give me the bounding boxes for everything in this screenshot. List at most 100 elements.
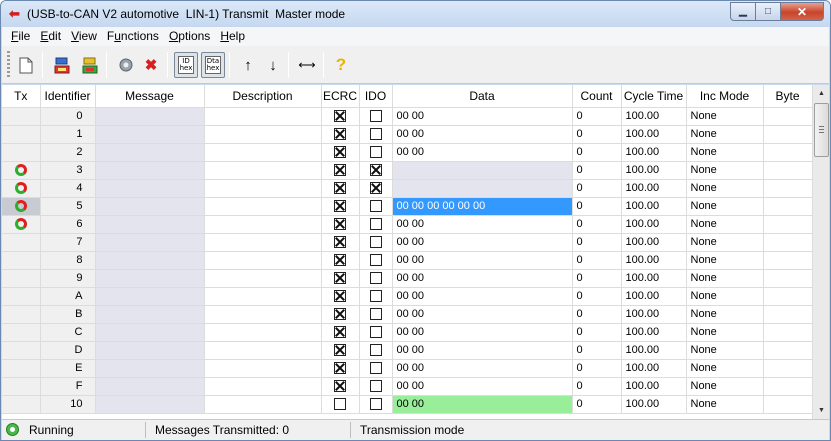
data-cell[interactable]: 00 00 00 00 00 00 <box>392 197 573 216</box>
help-button[interactable]: ? <box>329 52 353 78</box>
data-cell[interactable]: 00 00 <box>392 323 573 342</box>
column-header-ido[interactable]: IDO <box>359 85 393 108</box>
message-cell[interactable] <box>95 377 205 396</box>
message-cell[interactable] <box>95 395 205 414</box>
ido-checkbox[interactable] <box>369 254 382 267</box>
tx-cell[interactable] <box>2 359 41 378</box>
tx-cell[interactable] <box>2 107 41 126</box>
menu-edit[interactable]: Edit <box>35 27 66 46</box>
byte-cell[interactable] <box>763 251 812 270</box>
move-up-button[interactable]: ↑ <box>236 52 260 78</box>
cycle-time-cell[interactable]: 100.00 <box>621 161 687 180</box>
description-cell[interactable] <box>204 107 322 126</box>
column-header-cycle-time[interactable]: Cycle Time <box>621 85 687 108</box>
cycle-time-cell[interactable]: 100.00 <box>621 359 687 378</box>
tx-cell[interactable] <box>2 395 41 414</box>
message-cell[interactable] <box>95 251 205 270</box>
fit-columns-button[interactable]: ⟷ <box>295 52 319 78</box>
data-cell[interactable]: 00 00 <box>392 287 573 306</box>
count-cell[interactable]: 0 <box>572 197 622 216</box>
ido-checkbox[interactable] <box>369 218 382 231</box>
data-cell[interactable]: 00 00 <box>392 107 573 126</box>
tx-cell[interactable] <box>2 341 41 360</box>
cycle-time-cell[interactable]: 100.00 <box>621 341 687 360</box>
message-cell[interactable] <box>95 215 205 234</box>
inc-mode-cell[interactable]: None <box>686 395 764 414</box>
data-cell[interactable]: 00 00 <box>392 125 573 144</box>
count-cell[interactable]: 0 <box>572 341 622 360</box>
cycle-time-cell[interactable]: 100.00 <box>621 287 687 306</box>
identifier-cell[interactable]: 2 <box>40 143 96 162</box>
ecrc-checkbox[interactable] <box>334 164 346 177</box>
cycle-time-cell[interactable]: 100.00 <box>621 215 687 234</box>
byte-cell[interactable] <box>763 359 812 378</box>
scroll-up-button[interactable]: ▲ <box>813 85 830 102</box>
description-cell[interactable] <box>204 179 322 198</box>
data-cell[interactable]: 00 00 <box>392 251 573 270</box>
description-cell[interactable] <box>204 251 322 270</box>
ecrc-checkbox[interactable] <box>334 128 346 141</box>
description-cell[interactable] <box>204 269 322 288</box>
ido-checkbox[interactable] <box>369 146 382 159</box>
table-row[interactable]: 4 0 100.00 None <box>2 179 812 198</box>
ecrc-checkbox[interactable] <box>334 308 346 321</box>
table-row[interactable]: D 00 00 0 100.00 None <box>2 341 812 360</box>
data-cell[interactable]: 00 00 <box>392 305 573 324</box>
data-cell[interactable]: 00 00 <box>392 359 573 378</box>
column-header-description[interactable]: Description <box>204 85 322 108</box>
byte-cell[interactable] <box>763 125 812 144</box>
ecrc-checkbox[interactable] <box>334 362 346 375</box>
tx-cell[interactable] <box>2 233 41 252</box>
id-hex-toggle[interactable]: ID hex <box>174 52 198 78</box>
cycle-time-cell[interactable]: 100.00 <box>621 269 687 288</box>
cycle-time-cell[interactable]: 100.00 <box>621 107 687 126</box>
table-row[interactable]: 7 00 00 0 100.00 None <box>2 233 812 252</box>
count-cell[interactable]: 0 <box>572 359 622 378</box>
count-cell[interactable]: 0 <box>572 269 622 288</box>
count-cell[interactable]: 0 <box>572 323 622 342</box>
description-cell[interactable] <box>204 305 322 324</box>
identifier-cell[interactable]: 7 <box>40 233 96 252</box>
tx-cell[interactable] <box>2 287 41 306</box>
ecrc-checkbox[interactable] <box>334 380 346 393</box>
ido-checkbox[interactable] <box>369 290 382 303</box>
description-cell[interactable] <box>204 215 322 234</box>
byte-cell[interactable] <box>763 287 812 306</box>
identifier-cell[interactable]: 8 <box>40 251 96 270</box>
byte-cell[interactable] <box>763 179 812 198</box>
table-row[interactable]: 3 0 100.00 None <box>2 161 812 180</box>
byte-cell[interactable] <box>763 107 812 126</box>
inc-mode-cell[interactable]: None <box>686 377 764 396</box>
count-cell[interactable]: 0 <box>572 215 622 234</box>
column-header-tx[interactable]: Tx <box>2 85 41 108</box>
byte-cell[interactable] <box>763 233 812 252</box>
identifier-cell[interactable]: 5 <box>40 197 96 216</box>
cycle-time-cell[interactable]: 100.00 <box>621 143 687 162</box>
description-cell[interactable] <box>204 197 322 216</box>
maximize-button[interactable]: □ <box>756 2 781 21</box>
byte-cell[interactable] <box>763 269 812 288</box>
column-header-ecrc[interactable]: ECRC <box>321 85 360 108</box>
identifier-cell[interactable]: A <box>40 287 96 306</box>
ecrc-checkbox[interactable] <box>334 290 346 303</box>
ido-checkbox[interactable] <box>369 200 382 213</box>
ecrc-checkbox[interactable] <box>334 110 346 123</box>
message-cell[interactable] <box>95 161 205 180</box>
inc-mode-cell[interactable]: None <box>686 161 764 180</box>
message-cell[interactable] <box>95 323 205 342</box>
move-down-button[interactable]: ↓ <box>261 52 285 78</box>
ecrc-checkbox[interactable] <box>334 182 346 195</box>
inc-mode-cell[interactable]: None <box>686 251 764 270</box>
description-cell[interactable] <box>204 125 322 144</box>
inc-mode-cell[interactable]: None <box>686 179 764 198</box>
data-hex-toggle[interactable]: Dta hex <box>201 52 225 78</box>
data-cell[interactable]: 00 00 <box>392 215 573 234</box>
byte-cell[interactable] <box>763 215 812 234</box>
identifier-cell[interactable]: F <box>40 377 96 396</box>
ido-checkbox[interactable] <box>369 308 382 321</box>
cycle-time-cell[interactable]: 100.00 <box>621 179 687 198</box>
count-cell[interactable]: 0 <box>572 377 622 396</box>
table-row[interactable]: C 00 00 0 100.00 None <box>2 323 812 342</box>
minimize-button[interactable]: ▁ <box>730 2 756 21</box>
count-cell[interactable]: 0 <box>572 125 622 144</box>
